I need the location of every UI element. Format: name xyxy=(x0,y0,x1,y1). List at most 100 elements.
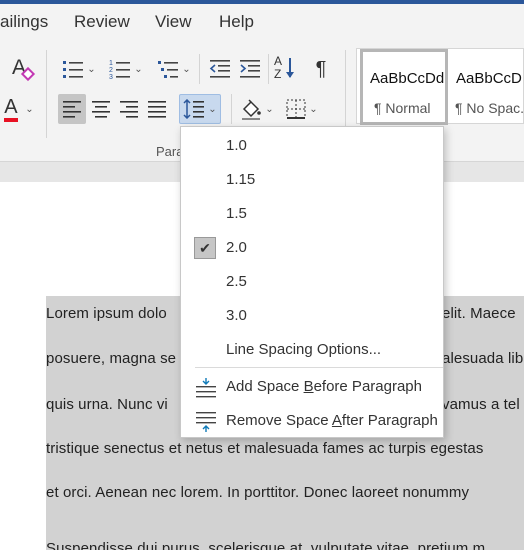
borders-button[interactable]: ⌄ xyxy=(280,94,324,124)
line-spacing-options-item[interactable]: Line Spacing Options... xyxy=(181,334,443,366)
borders-icon xyxy=(286,99,306,119)
spacing-option-1-15[interactable]: 1.15 xyxy=(181,164,443,196)
font-color-icon: A xyxy=(4,96,22,122)
numbering-icon: 1 2 3 xyxy=(109,60,131,80)
spacing-option-label: 2.5 xyxy=(226,273,247,290)
line-spacing-menu: 1.0 1.15 1.5 ✔ 2.0 2.5 3.0 Line Spacing … xyxy=(180,126,444,438)
pilcrow-icon: ¶ xyxy=(315,57,327,80)
remove-space-after-label: Remove Space After Paragraph xyxy=(226,412,438,429)
svg-text:1: 1 xyxy=(109,60,113,67)
paint-bucket-icon xyxy=(242,99,262,120)
doc-line[interactable]: quis urna. Nunc vi xyxy=(46,396,168,413)
menu-separator xyxy=(195,367,443,368)
chevron-down-icon[interactable]: ⌄ xyxy=(182,64,190,75)
increase-indent-button[interactable] xyxy=(235,54,265,84)
clear-formatting-button[interactable]: A xyxy=(8,54,38,84)
bullets-icon xyxy=(63,61,84,78)
doc-line-tail[interactable]: alesuada lib xyxy=(442,350,523,367)
spacing-option-2-0[interactable]: ✔ 2.0 xyxy=(181,232,443,264)
chevron-down-icon[interactable]: ⌄ xyxy=(265,104,273,115)
font-color-swatch xyxy=(4,118,19,122)
tab-view[interactable]: View xyxy=(155,12,192,32)
spacing-option-2-5[interactable]: 2.5 xyxy=(181,266,443,298)
doc-line[interactable]: Suspendisse dui purus, scelerisque at, v… xyxy=(46,540,485,550)
justify-button[interactable] xyxy=(143,94,171,124)
spacing-option-label: 1.0 xyxy=(226,137,247,154)
line-spacing-icon xyxy=(183,99,205,119)
chevron-down-icon[interactable]: ⌄ xyxy=(309,104,317,115)
chevron-down-icon[interactable]: ⌄ xyxy=(208,104,216,115)
multilevel-list-icon xyxy=(158,61,179,78)
ribbon-divider xyxy=(345,50,346,138)
style-name: ¶ Normal xyxy=(374,100,431,116)
sort-arrow-head xyxy=(286,72,294,78)
add-space-before-item[interactable]: Add Space Before Paragraph xyxy=(181,371,443,403)
decrease-indent-icon xyxy=(209,60,230,78)
clear-formatting-icon: A xyxy=(11,56,36,82)
spacing-option-1-0[interactable]: 1.0 xyxy=(181,130,443,162)
access-key: B xyxy=(303,378,314,395)
sort-button[interactable]: A Z xyxy=(271,54,301,84)
style-name: ¶ No Spac... xyxy=(455,100,524,116)
spacing-option-3-0[interactable]: 3.0 xyxy=(181,300,443,332)
doc-line-tail[interactable]: vamus a tel xyxy=(442,396,520,413)
doc-line-tail[interactable]: elit. Maece xyxy=(442,305,516,322)
font-color-glyph: A xyxy=(4,96,18,118)
align-left-button[interactable] xyxy=(58,94,86,124)
doc-line[interactable]: tristique senectus et netus et malesuada… xyxy=(46,440,483,457)
svg-text:2: 2 xyxy=(109,67,113,74)
svg-text:3: 3 xyxy=(109,74,113,80)
doc-line[interactable]: et orci. Aenean nec lorem. In porttitor.… xyxy=(46,484,469,501)
sort-icon: A Z xyxy=(274,54,298,82)
label-part: efore Paragraph xyxy=(313,378,422,395)
spacing-option-1-5[interactable]: 1.5 xyxy=(181,198,443,230)
ribbon-divider xyxy=(268,54,269,84)
font-color-button[interactable]: A ⌄ xyxy=(0,94,38,124)
increase-indent-icon xyxy=(240,60,260,78)
shading-button[interactable]: ⌄ xyxy=(237,94,277,124)
styles-gallery: AaBbCcDd ¶ Normal AaBbCcD ¶ No Spac... xyxy=(356,48,524,125)
align-right-icon xyxy=(120,101,138,118)
style-sample: AaBbCcDd xyxy=(370,70,445,87)
decrease-indent-button[interactable] xyxy=(205,54,235,84)
add-space-before-label: Add Space Before Paragraph xyxy=(226,378,422,395)
bullets-button[interactable]: ⌄ xyxy=(58,54,100,84)
menu-bar: ailings Review View Help xyxy=(0,4,524,40)
line-spacing-options-label: Line Spacing Options... xyxy=(226,341,382,358)
align-right-button[interactable] xyxy=(115,94,143,124)
spacing-option-label: 1.15 xyxy=(226,171,256,188)
label-part: Add Space xyxy=(226,378,304,395)
doc-line[interactable]: Lorem ipsum dolo xyxy=(46,305,167,322)
justify-icon xyxy=(148,101,166,118)
chevron-down-icon[interactable]: ⌄ xyxy=(25,104,33,115)
remove-space-after-icon xyxy=(196,412,216,432)
line-spacing-button[interactable]: ⌄ xyxy=(179,94,221,124)
add-space-before-icon xyxy=(196,378,216,398)
label-part: fter Paragraph xyxy=(341,412,438,429)
style-no-spacing[interactable]: AaBbCcD ¶ No Spac... xyxy=(452,49,524,125)
chevron-down-icon[interactable]: ⌄ xyxy=(134,64,142,75)
tab-review[interactable]: Review xyxy=(74,12,130,32)
align-center-button[interactable] xyxy=(87,94,115,124)
spacing-option-label: 2.0 xyxy=(226,239,247,256)
chevron-down-icon[interactable]: ⌄ xyxy=(87,64,95,75)
sort-letter-z: Z xyxy=(274,67,282,81)
sort-letter-a: A xyxy=(274,54,283,68)
spacing-option-label: 1.5 xyxy=(226,205,247,222)
style-normal[interactable]: AaBbCcDd ¶ Normal xyxy=(360,49,448,125)
spacing-option-label: 3.0 xyxy=(226,307,247,324)
tab-help[interactable]: Help xyxy=(219,12,254,32)
ribbon-divider xyxy=(199,54,200,84)
numbering-button[interactable]: 1 2 3 ⌄ xyxy=(104,54,148,84)
label-part: Remove Space xyxy=(226,412,332,429)
align-center-icon xyxy=(92,101,110,118)
style-sample: AaBbCcD xyxy=(456,70,522,87)
multilevel-list-button[interactable]: ⌄ xyxy=(152,54,196,84)
access-key: A xyxy=(331,412,342,429)
remove-space-after-item[interactable]: Remove Space After Paragraph xyxy=(181,405,443,437)
ribbon-divider xyxy=(46,50,47,138)
doc-line[interactable]: posuere, magna se xyxy=(46,350,176,367)
tab-mailings[interactable]: ailings xyxy=(0,12,48,32)
show-hide-marks-button[interactable]: ¶ xyxy=(306,54,336,84)
checkmark-icon: ✔ xyxy=(194,237,216,259)
